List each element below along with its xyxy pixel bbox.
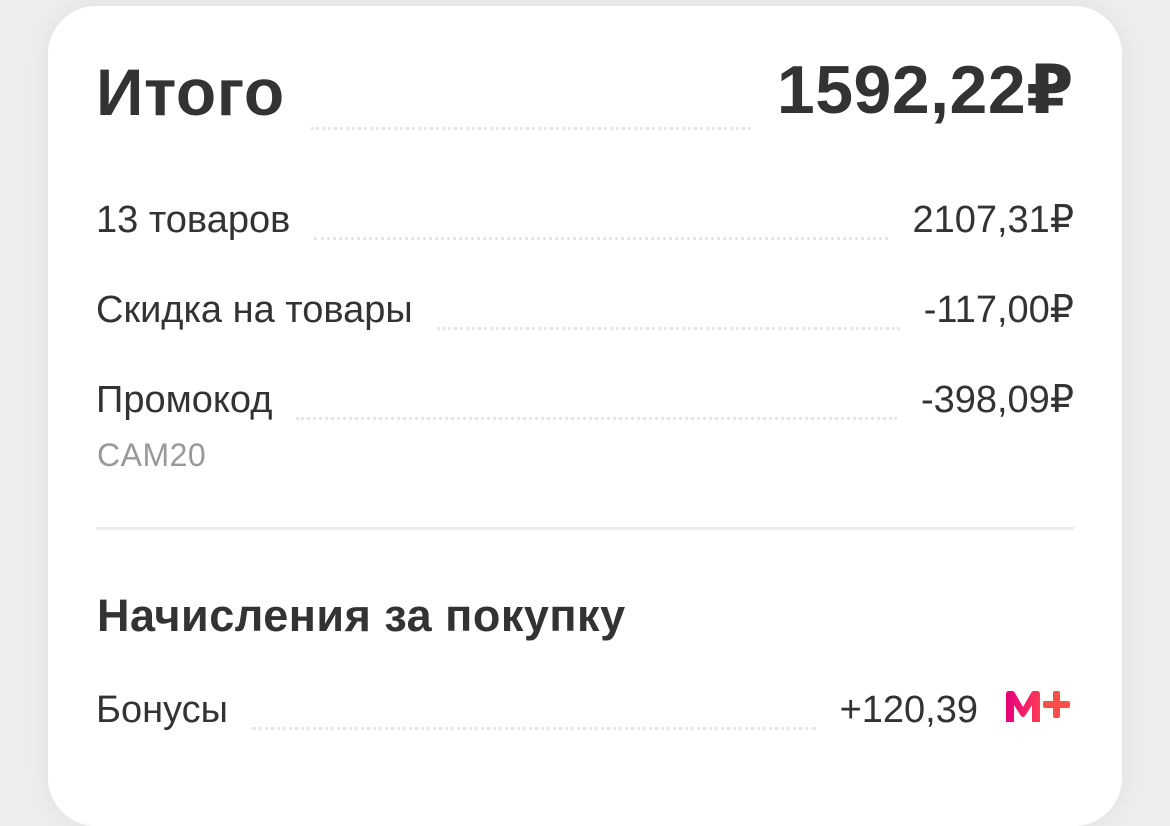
promo-value: -398,09₽	[920, 379, 1074, 421]
dotted-leader	[296, 417, 897, 420]
promo-code-text: CAM20	[97, 437, 207, 473]
bonus-value: +120,39	[839, 689, 978, 731]
total-label: Итого	[96, 55, 285, 129]
items-subtotal-value: 2107,31₽	[912, 199, 1074, 241]
bonus-row: Бонусы +120,39	[96, 686, 1074, 732]
discount-row: Скидка на товары -117,00₽	[96, 286, 1074, 332]
dotted-leader	[314, 237, 889, 240]
total-value: 1592,22₽	[776, 52, 1074, 128]
discount-label: Скидка на товары	[96, 289, 413, 331]
discount-value: -117,00₽	[923, 289, 1074, 331]
rewards-title: Начисления за покупку	[97, 590, 626, 641]
section-divider	[96, 527, 1074, 530]
total-row: Итого 1592,22₽	[96, 50, 1074, 130]
dotted-leader	[436, 327, 900, 330]
dotted-leader	[310, 127, 751, 130]
dotted-leader	[251, 727, 816, 730]
mplus-logo-icon	[1004, 689, 1074, 725]
promo-row: Промокод -398,09₽	[96, 376, 1074, 422]
bonus-value-group: +120,39	[840, 689, 1074, 732]
items-count-row: 13 товаров 2107,31₽	[96, 196, 1074, 242]
bonus-label: Бонусы	[96, 689, 228, 731]
items-count-label: 13 товаров	[96, 199, 291, 241]
promo-label: Промокод	[96, 379, 273, 421]
